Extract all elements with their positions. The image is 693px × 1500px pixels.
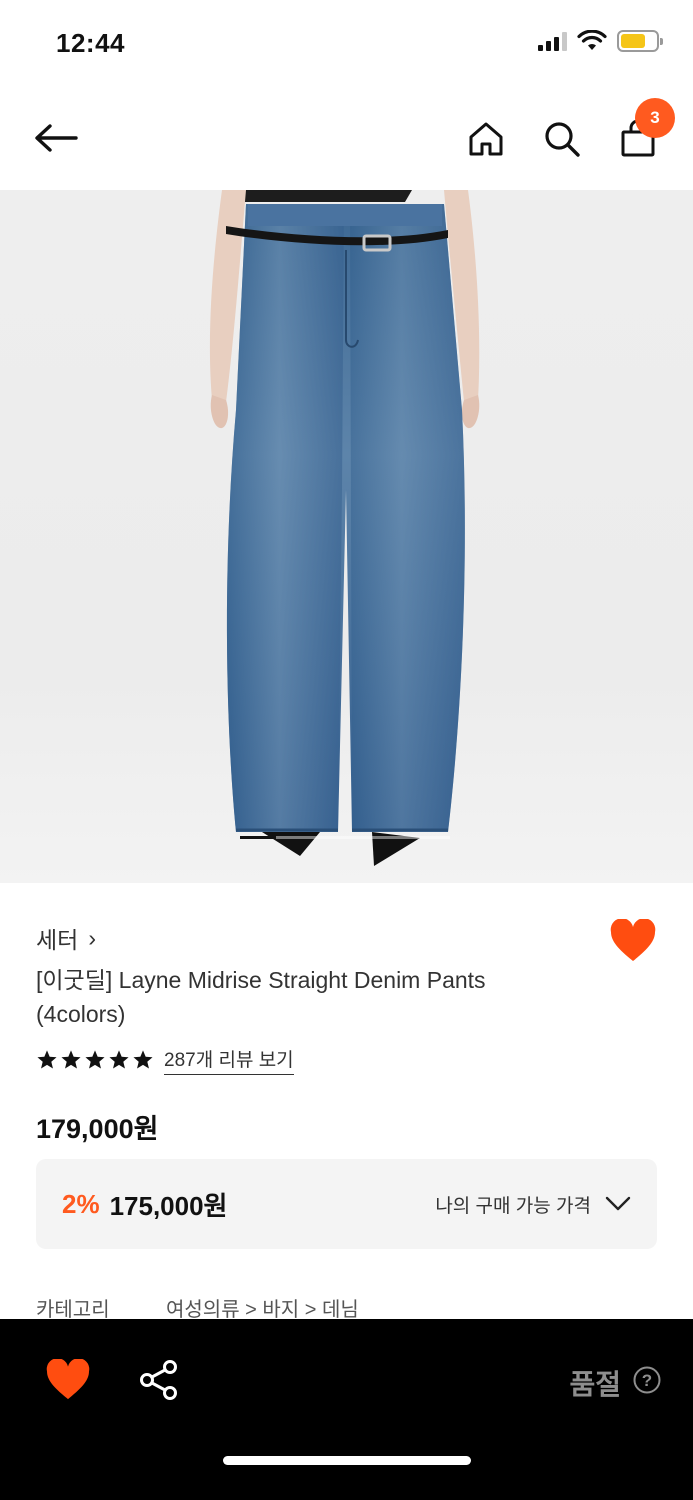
status-bar: 12:44	[0, 0, 693, 88]
wishlist-heart-icon[interactable]	[610, 919, 656, 963]
product-price: 179,000원	[36, 1114, 159, 1144]
svg-text:?: ?	[642, 1371, 652, 1390]
review-link[interactable]: 287개 리뷰 보기	[164, 1045, 294, 1075]
product-image-carousel[interactable]	[0, 190, 693, 883]
category-row: 카테고리 여성의류 > 바지 > 데님	[36, 1299, 656, 1319]
category-label: 카테고리	[36, 1299, 110, 1319]
my-price-toggle[interactable]: 나의 구매 가능 가격	[435, 1191, 631, 1218]
my-price-label: 나의 구매 가능 가격	[435, 1195, 591, 1217]
share-icon[interactable]	[138, 1359, 180, 1401]
star-icon	[133, 1050, 153, 1069]
nav-actions: 3	[459, 98, 675, 166]
heart-icon[interactable]	[46, 1359, 90, 1401]
image-page-indicator	[240, 836, 450, 839]
brand-link[interactable]: 세터 ›	[36, 921, 96, 955]
star-icon	[37, 1050, 57, 1069]
rating-stars	[36, 1049, 154, 1071]
home-icon	[469, 122, 503, 156]
soldout-label: 품절	[569, 1369, 621, 1400]
home-indicator	[223, 1456, 471, 1465]
product-photo-jeans	[209, 190, 480, 866]
brand-name: 세터	[36, 927, 79, 953]
wifi-icon	[577, 30, 607, 50]
my-price-box[interactable]: 2% 175,000원 나의 구매 가능 가격	[36, 1159, 657, 1249]
cart-count-badge: 3	[635, 98, 675, 138]
chevron-right-icon: ›	[88, 924, 96, 951]
chevron-down-icon	[605, 1196, 631, 1211]
star-icon	[61, 1050, 81, 1069]
back-button[interactable]	[30, 112, 82, 164]
battery-icon	[617, 30, 663, 52]
search-icon	[545, 122, 580, 157]
discount-rate: 2%	[62, 1188, 100, 1219]
search-button[interactable]	[535, 112, 589, 166]
image-page-indicator-active	[240, 836, 276, 839]
product-title: [이굿딜] Layne Midrise Straight Denim Pants…	[36, 967, 486, 1027]
home-button[interactable]	[459, 112, 513, 166]
help-icon[interactable]: ?	[633, 1366, 661, 1394]
cart-button[interactable]: 3	[611, 98, 675, 166]
top-nav-bar: 3	[0, 88, 693, 190]
status-time: 12:44	[56, 28, 125, 58]
star-icon	[85, 1050, 105, 1069]
category-path[interactable]: 여성의류 > 바지 > 데님	[166, 1299, 359, 1319]
signal-icon	[538, 31, 567, 51]
discounted-price: 175,000원	[109, 1190, 228, 1221]
rating-row: 287개 리뷰 보기	[36, 1045, 294, 1075]
back-arrow-icon	[35, 124, 78, 152]
status-icons	[538, 30, 663, 52]
bottom-action-bar: 품절 ?	[0, 1319, 693, 1500]
star-icon	[109, 1050, 129, 1069]
